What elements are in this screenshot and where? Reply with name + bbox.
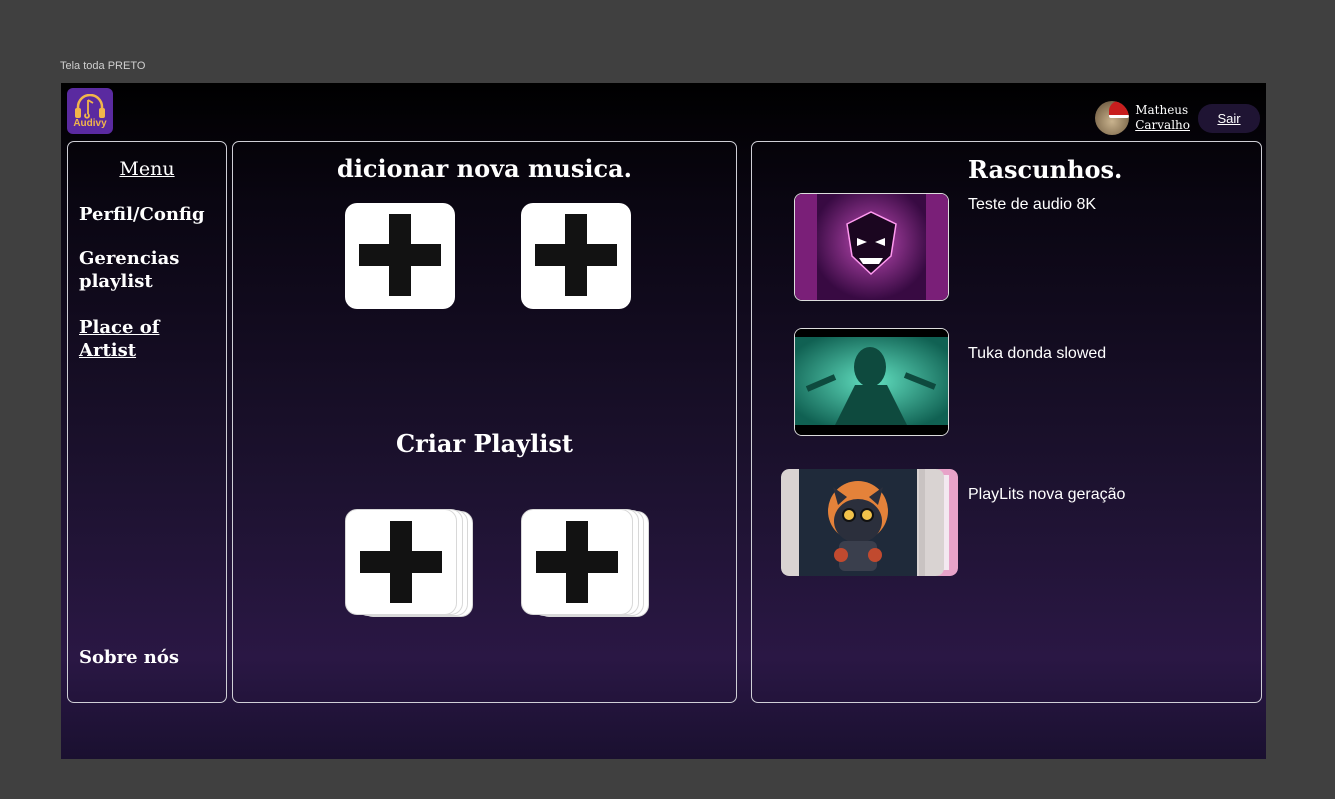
- plus-icon: [359, 214, 441, 296]
- draft-thumbnail-1[interactable]: [794, 193, 949, 301]
- plus-icon: [360, 521, 442, 603]
- sidebar-menu: Menu Perfil/Config Gerencias playlist Pl…: [67, 141, 227, 703]
- draft-label-2[interactable]: Tuka donda slowed: [968, 345, 1106, 363]
- frame-label: Tela toda PRETO: [60, 60, 146, 72]
- add-content-panel: dicionar nova musica. Criar Playlist: [232, 141, 737, 703]
- sidebar-item-about-us[interactable]: Sobre nós: [79, 646, 179, 669]
- draft-thumbnail-2[interactable]: [794, 328, 949, 436]
- add-music-button[interactable]: [345, 203, 455, 309]
- create-playlist-button-2[interactable]: [521, 509, 649, 617]
- user-first-name: Matheus: [1135, 103, 1189, 117]
- thumbnail: [781, 469, 958, 576]
- app-logo[interactable]: Audivy: [67, 88, 113, 134]
- thumbnail: [795, 329, 948, 435]
- logout-button[interactable]: Sair: [1198, 104, 1260, 133]
- sidebar-item-place-of-artist[interactable]: Place of Artist: [79, 316, 169, 362]
- drafts-title: Rascunhos.: [968, 155, 1123, 184]
- plus-icon: [536, 521, 618, 603]
- user-last-name[interactable]: Carvalho: [1135, 118, 1190, 133]
- avatar[interactable]: [1095, 101, 1130, 135]
- create-playlist-button[interactable]: [345, 509, 473, 617]
- thumbnail: [795, 194, 948, 300]
- logo-text: Audivy: [73, 117, 107, 129]
- headphones-music-icon: [75, 93, 105, 119]
- menu-title[interactable]: Menu: [68, 158, 226, 180]
- user-profile[interactable]: Matheus Carvalho: [1095, 101, 1190, 135]
- user-name: Matheus Carvalho: [1135, 103, 1190, 133]
- drafts-panel: Rascunhos. Teste de audio 8K Tuka donda …: [751, 141, 1262, 703]
- draft-label-1[interactable]: Teste de audio 8K: [968, 196, 1096, 214]
- app-screen: Audivy Matheus Carvalho Sair Menu Perfil…: [61, 83, 1266, 759]
- plus-icon: [535, 214, 617, 296]
- create-playlist-title: Criar Playlist: [396, 429, 573, 458]
- add-music-title: dicionar nova musica.: [337, 154, 632, 183]
- draft-label-3[interactable]: PlayLits nova geração: [968, 486, 1125, 504]
- add-music-button-2[interactable]: [521, 203, 631, 309]
- draft-thumbnail-3[interactable]: [781, 469, 958, 576]
- sidebar-item-manage-playlist[interactable]: Gerencias playlist: [79, 247, 189, 293]
- sidebar-item-profile-config[interactable]: Perfil/Config: [79, 203, 205, 226]
